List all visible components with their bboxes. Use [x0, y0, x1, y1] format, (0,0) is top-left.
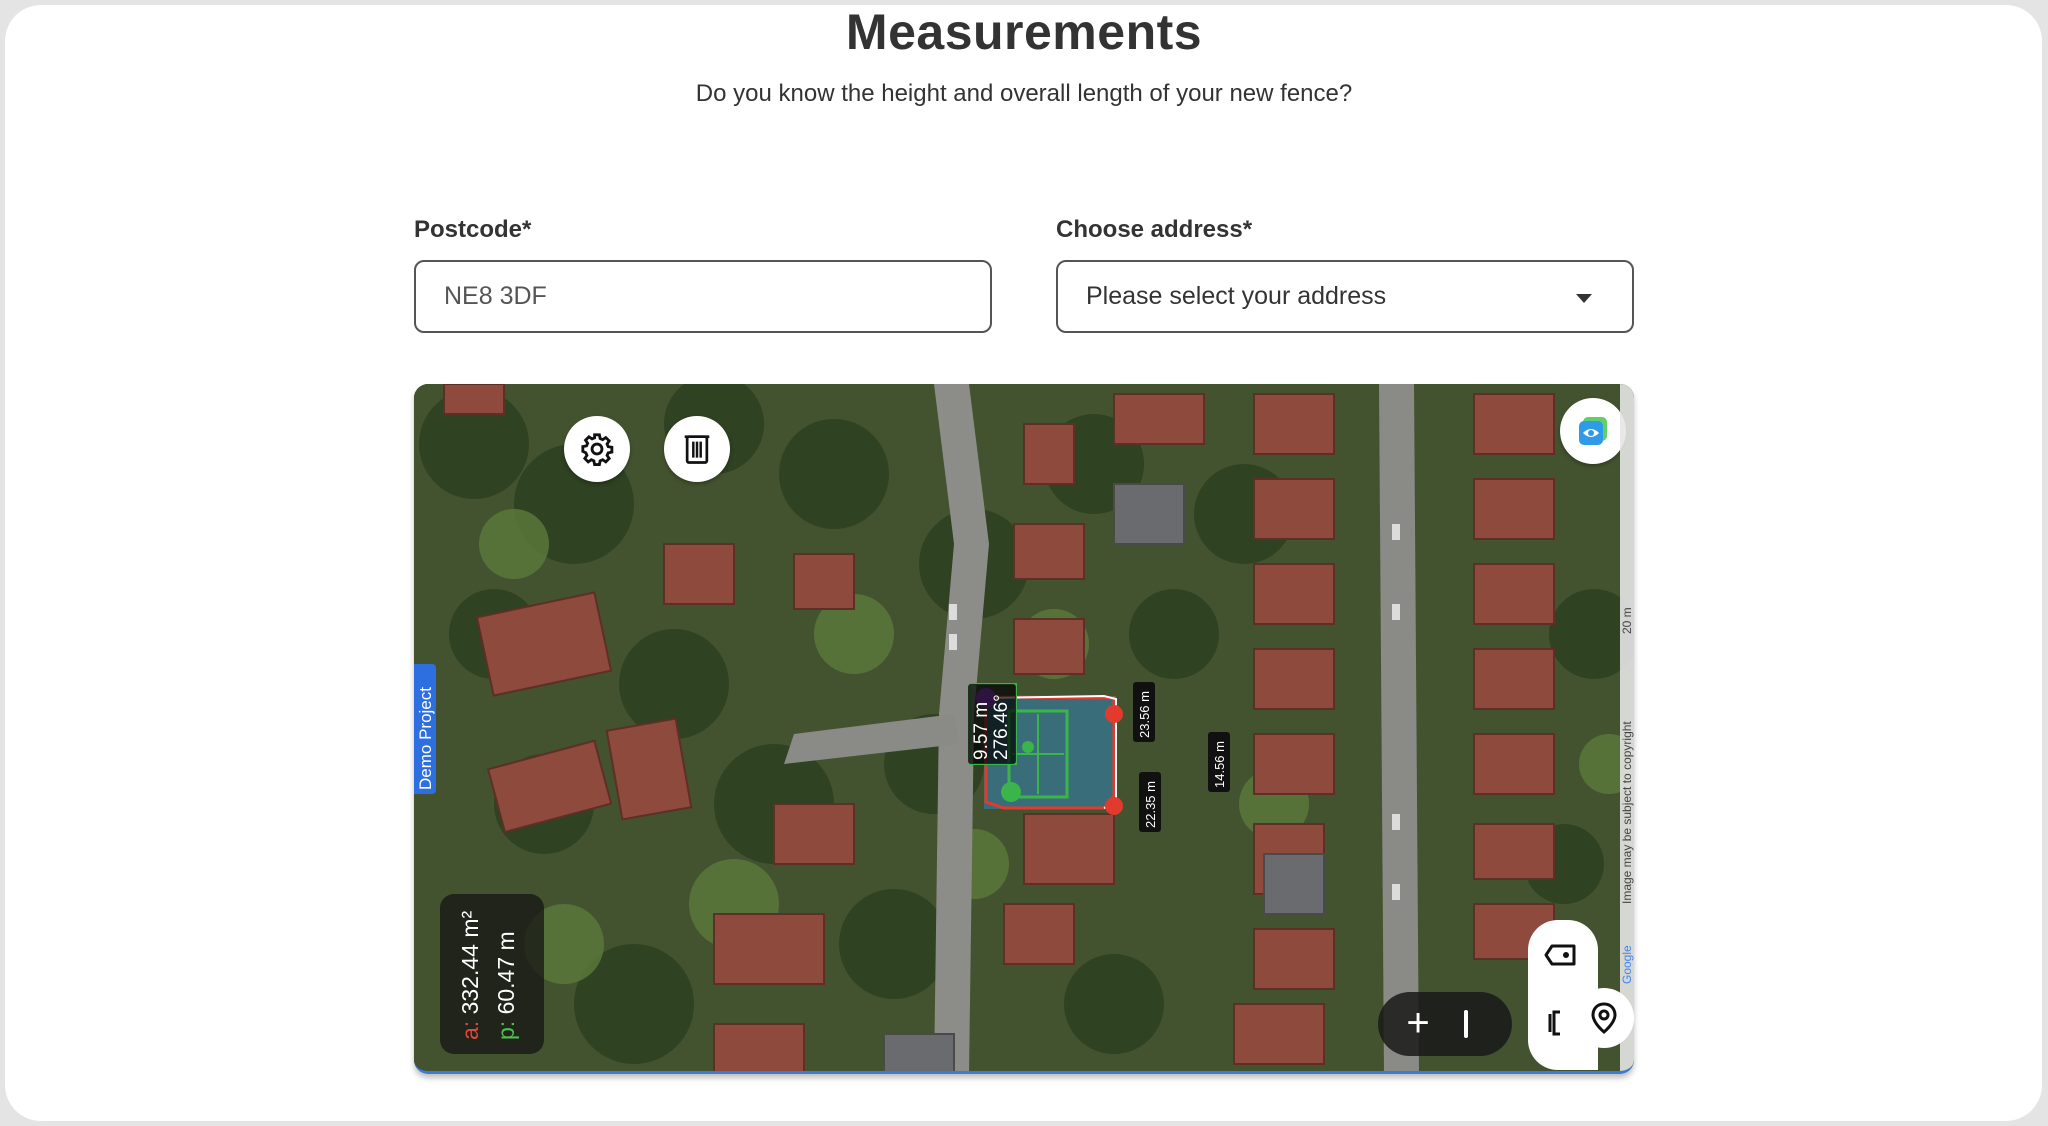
area-value: 332.44 m²	[457, 910, 483, 1015]
perimeter-readout: p: 60.47 m	[493, 931, 519, 1040]
plus-icon: +	[1406, 1001, 1430, 1045]
zoom-controls: +	[1378, 992, 1512, 1056]
perimeter-value: 60.47 m	[493, 931, 519, 1015]
ruler-tag-icon	[1544, 944, 1576, 966]
page-subtitle: Do you know the height and overall lengt…	[695, 80, 1353, 107]
map-view[interactable]: 9.57 m 276.46° 23.56 m 14.56 m 22.35 m D…	[414, 384, 1634, 1074]
aerial-imagery	[414, 384, 1634, 1071]
gear-icon	[581, 433, 614, 466]
area-readout: a: 332.44 m²	[457, 910, 483, 1040]
layers-icon	[1579, 417, 1607, 445]
dimension-label: 14.56 m	[1208, 732, 1230, 792]
postcode-label: Postcode*	[414, 216, 532, 243]
trash-icon	[684, 435, 710, 464]
scale-text: 20 m	[1620, 607, 1634, 634]
settings-button[interactable]	[564, 416, 630, 482]
area-perimeter-panel: a: 332.44 m² p: 60.47 m	[440, 894, 544, 1054]
address-select[interactable]: Please select your address	[1056, 260, 1634, 333]
label-tool-button[interactable]	[1540, 932, 1586, 978]
postcode-input[interactable]: NE8 3DF	[414, 260, 992, 333]
postcode-value: NE8 3DF	[444, 282, 547, 310]
dimension-label-9-57: 9.57 m	[971, 701, 992, 760]
copyright-text: Image may be subject to copyright	[1620, 721, 1634, 904]
zoom-out-button[interactable]	[1464, 1010, 1468, 1038]
delete-button[interactable]	[664, 416, 730, 482]
demo-project-tab[interactable]: Demo Project	[414, 664, 436, 794]
angle-value: 276.46°	[991, 694, 1012, 760]
google-logo: Google	[1620, 945, 1634, 984]
dimension-label: 23.56 m	[1133, 682, 1155, 742]
map-layers-button[interactable]	[1560, 398, 1626, 464]
chevron-down-icon	[1576, 294, 1592, 303]
zoom-in-button[interactable]: +	[1396, 1002, 1440, 1046]
angle-label: 9.57 m 276.46°	[968, 684, 1016, 764]
location-pin-icon	[1591, 1002, 1617, 1034]
map-attribution-strip: Image may be subject to copyright 20 m G…	[1620, 384, 1634, 1071]
dimension-label: 22.35 m	[1139, 772, 1161, 832]
address-placeholder: Please select your address	[1086, 282, 1387, 310]
address-label: Choose address*	[1056, 216, 1253, 243]
page-title: Measurements	[845, 4, 1203, 60]
locate-button[interactable]	[1574, 988, 1634, 1048]
